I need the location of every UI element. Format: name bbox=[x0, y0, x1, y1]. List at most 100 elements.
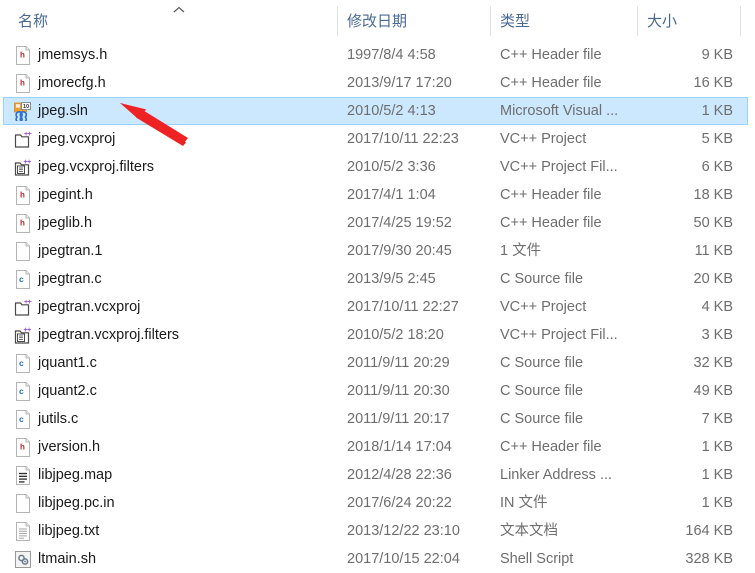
file-size-cell: 328 KB bbox=[640, 545, 733, 573]
column-header-row: 名称 修改日期 类型 大小 bbox=[0, 0, 755, 37]
column-divider-name-date[interactable] bbox=[337, 6, 338, 36]
file-explorer-details-view: 名称 修改日期 类型 大小 hjmemsys.h1997/8/4 4:58C++… bbox=[0, 0, 755, 555]
file-name-cell: jpeg.sln bbox=[14, 97, 332, 125]
file-type-cell: C Source file bbox=[500, 265, 633, 293]
file-size-cell: 1 KB bbox=[640, 489, 733, 517]
file-row[interactable]: hjmemsys.h1997/8/4 4:58C++ Header file9 … bbox=[0, 41, 755, 69]
file-type-cell: 1 文件 bbox=[500, 237, 633, 265]
file-row[interactable]: hjpeglib.h2017/4/25 19:52C++ Header file… bbox=[0, 209, 755, 237]
file-size-cell: 5 KB bbox=[640, 125, 733, 153]
file-size-cell: 50 KB bbox=[640, 209, 733, 237]
file-name-cell: jmorecfg.h bbox=[14, 69, 332, 97]
file-date-cell: 2017/9/30 20:45 bbox=[347, 237, 487, 265]
file-date-cell: 2011/9/11 20:30 bbox=[347, 377, 487, 405]
file-name-cell: jquant1.c bbox=[14, 349, 332, 377]
file-name-cell: libjpeg.txt bbox=[14, 517, 332, 545]
file-date-cell: 2017/10/11 22:27 bbox=[347, 293, 487, 321]
file-size-cell: 1 KB bbox=[640, 433, 733, 461]
file-row[interactable]: 10jpeg.sln2010/5/2 4:13Microsoft Visual … bbox=[0, 97, 755, 125]
file-name-cell: jutils.c bbox=[14, 405, 332, 433]
column-header-type-label: 类型 bbox=[500, 13, 530, 30]
file-date-cell: 2011/9/11 20:29 bbox=[347, 349, 487, 377]
file-type-cell: Microsoft Visual ... bbox=[500, 97, 633, 125]
file-name-cell: jquant2.c bbox=[14, 377, 332, 405]
file-row[interactable]: hjpegint.h2017/4/1 1:04C++ Header file18… bbox=[0, 181, 755, 209]
column-header-date-label: 修改日期 bbox=[347, 13, 407, 30]
file-size-cell: 49 KB bbox=[640, 377, 733, 405]
file-type-cell: C Source file bbox=[500, 405, 633, 433]
file-date-cell: 2010/5/2 18:20 bbox=[347, 321, 487, 349]
file-name-cell: jpegtran.c bbox=[14, 265, 332, 293]
file-row[interactable]: libjpeg.map2012/4/28 22:36Linker Address… bbox=[0, 461, 755, 489]
file-name-cell: jpeg.vcxproj.filters bbox=[14, 153, 332, 181]
file-list: hjmemsys.h1997/8/4 4:58C++ Header file9 … bbox=[0, 41, 755, 555]
file-size-cell: 32 KB bbox=[640, 349, 733, 377]
file-size-cell: 3 KB bbox=[640, 321, 733, 349]
file-type-cell: VC++ Project Fil... bbox=[500, 153, 633, 181]
file-date-cell: 2013/9/5 2:45 bbox=[347, 265, 487, 293]
file-type-cell: C++ Header file bbox=[500, 181, 633, 209]
file-row[interactable]: libjpeg.pc.in2017/6/24 20:22IN 文件1 KB bbox=[0, 489, 755, 517]
column-header-date[interactable]: 修改日期 bbox=[347, 0, 477, 37]
file-type-cell: C++ Header file bbox=[500, 69, 633, 97]
file-date-cell: 2017/6/24 20:22 bbox=[347, 489, 487, 517]
file-name-cell: jpeg.vcxproj bbox=[14, 125, 332, 153]
file-size-cell: 16 KB bbox=[640, 69, 733, 97]
column-divider-type-size[interactable] bbox=[637, 6, 638, 36]
file-size-cell: 9 KB bbox=[640, 41, 733, 69]
file-type-cell: VC++ Project Fil... bbox=[500, 321, 633, 349]
file-type-cell: Linker Address ... bbox=[500, 461, 633, 489]
file-date-cell: 2017/4/1 1:04 bbox=[347, 181, 487, 209]
file-name-cell: jpegtran.1 bbox=[14, 237, 332, 265]
column-divider-date-type[interactable] bbox=[490, 6, 491, 36]
file-type-cell: C++ Header file bbox=[500, 41, 633, 69]
file-date-cell: 2017/10/15 22:04 bbox=[347, 545, 487, 573]
file-name-cell: libjpeg.map bbox=[14, 461, 332, 489]
file-name-cell: jpegint.h bbox=[14, 181, 332, 209]
column-header-size-label: 大小 bbox=[647, 13, 677, 30]
file-type-cell: C++ Header file bbox=[500, 433, 633, 461]
file-name-cell: jpegtran.vcxproj.filters bbox=[14, 321, 332, 349]
file-row[interactable]: cjquant1.c2011/9/11 20:29C Source file32… bbox=[0, 349, 755, 377]
file-type-cell: C Source file bbox=[500, 349, 633, 377]
file-type-cell: 文本文档 bbox=[500, 517, 633, 545]
file-size-cell: 6 KB bbox=[640, 153, 733, 181]
file-row[interactable]: ++jpeg.vcxproj.filters2010/5/2 3:36VC++ … bbox=[0, 153, 755, 181]
file-row[interactable]: ltmain.sh2017/10/15 22:04Shell Script328… bbox=[0, 545, 755, 573]
file-row[interactable]: ++jpeg.vcxproj2017/10/11 22:23VC++ Proje… bbox=[0, 125, 755, 153]
file-type-cell: C++ Header file bbox=[500, 209, 633, 237]
column-header-type[interactable]: 类型 bbox=[500, 0, 620, 37]
file-date-cell: 2013/9/17 17:20 bbox=[347, 69, 487, 97]
file-row[interactable]: hjversion.h2018/1/14 17:04C++ Header fil… bbox=[0, 433, 755, 461]
file-date-cell: 2018/1/14 17:04 bbox=[347, 433, 487, 461]
file-type-cell: C Source file bbox=[500, 377, 633, 405]
file-size-cell: 164 KB bbox=[640, 517, 733, 545]
file-row[interactable]: jpegtran.1 2017/9/30 20:45 1 文件11 KB bbox=[0, 237, 755, 265]
file-name-cell: jmemsys.h bbox=[14, 41, 332, 69]
file-date-cell: 2013/12/22 23:10 bbox=[347, 517, 487, 545]
file-size-cell: 11 KB bbox=[640, 237, 733, 265]
file-row[interactable]: libjpeg.txt 2013/12/22 23:10 文本文档164 KB bbox=[0, 517, 755, 545]
file-date-cell: 2010/5/2 4:13 bbox=[347, 97, 487, 125]
file-name-cell: jversion.h bbox=[14, 433, 332, 461]
file-type-cell: VC++ Project bbox=[500, 125, 633, 153]
column-header-name-label: 名称 bbox=[18, 13, 48, 30]
file-row[interactable]: cjpegtran.c2013/9/5 2:45C Source file20 … bbox=[0, 265, 755, 293]
file-row[interactable]: cjutils.c2011/9/11 20:17C Source file7 K… bbox=[0, 405, 755, 433]
file-date-cell: 2017/4/25 19:52 bbox=[347, 209, 487, 237]
file-size-cell: 7 KB bbox=[640, 405, 733, 433]
column-header-name[interactable]: 名称 bbox=[18, 0, 318, 37]
file-date-cell: 1997/8/4 4:58 bbox=[347, 41, 487, 69]
file-row[interactable]: cjquant2.c2011/9/11 20:30C Source file49… bbox=[0, 377, 755, 405]
file-row[interactable]: hjmorecfg.h2013/9/17 17:20C++ Header fil… bbox=[0, 69, 755, 97]
file-size-cell: 1 KB bbox=[640, 461, 733, 489]
column-divider-size-end[interactable] bbox=[740, 6, 741, 36]
column-header-size[interactable]: 大小 bbox=[647, 0, 732, 37]
file-size-cell: 4 KB bbox=[640, 293, 733, 321]
file-row[interactable]: ++jpegtran.vcxproj2017/10/11 22:27VC++ P… bbox=[0, 293, 755, 321]
file-size-cell: 1 KB bbox=[640, 97, 733, 125]
file-size-cell: 20 KB bbox=[640, 265, 733, 293]
file-name-cell: ltmain.sh bbox=[14, 545, 332, 573]
file-row[interactable]: ++jpegtran.vcxproj.filters2010/5/2 18:20… bbox=[0, 321, 755, 349]
file-size-cell: 18 KB bbox=[640, 181, 733, 209]
